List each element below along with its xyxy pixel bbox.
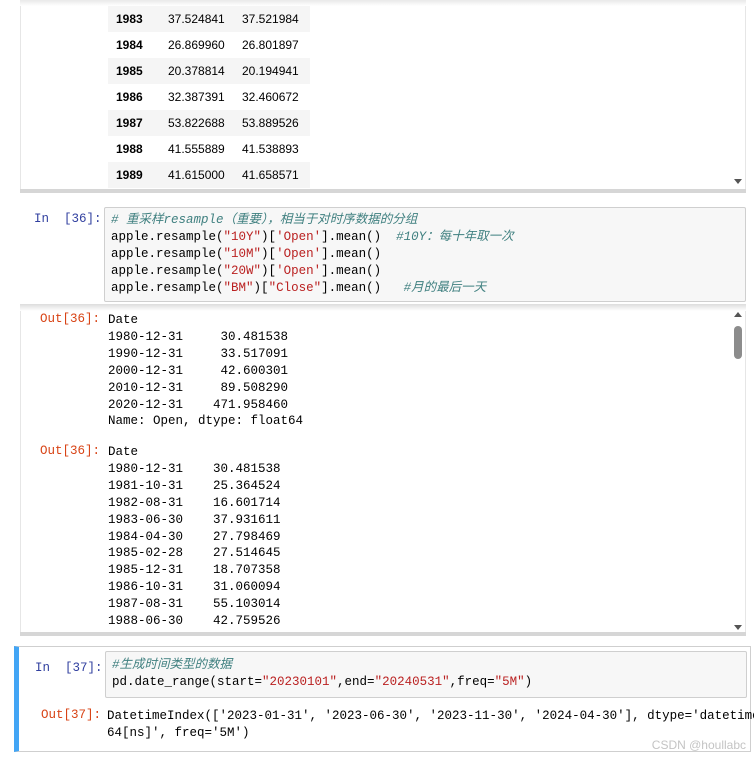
- watermark: CSDN @houllabc: [651, 738, 746, 752]
- code-text: apple.resample(: [111, 230, 224, 244]
- output-text: Date 1980-12-31 30.481538 1981-10-31 25.…: [108, 445, 281, 636]
- table-cell: 41.555889: [168, 142, 225, 156]
- output-scroll-area-36[interactable]: Out[36]: Date 1980-12-31 30.481538 1990-…: [20, 304, 746, 636]
- code-cell-37-selected[interactable]: In [37]: #生成时间类型的数据 pd.date_range(start=…: [14, 646, 754, 752]
- code-line: #生成时间类型的数据: [112, 657, 232, 674]
- code-string: 'Open': [276, 264, 322, 278]
- table-cell: 32.460672: [242, 90, 299, 104]
- output-scroll-area-top[interactable]: 1983 37.524841 37.521984 1984 26.869960 26.80…: [20, 0, 746, 193]
- code-text: pd.date_range(start=: [112, 675, 263, 689]
- code-text: ].mean(): [321, 281, 404, 295]
- table-cell: 20.194941: [236, 58, 310, 84]
- table-cell: 26.801897: [242, 38, 299, 52]
- row-index-cell: 1985: [108, 58, 162, 84]
- code-comment: # 重采样resample（重要），相当于对时序数据的分组: [111, 213, 418, 227]
- table-cell: 41.658571: [236, 162, 310, 188]
- code-text: )[: [253, 281, 269, 295]
- row-index-cell: 1983: [108, 6, 162, 32]
- code-line: # 重采样resample（重要），相当于对时序数据的分组: [111, 212, 417, 229]
- code-text: apple.resample(: [111, 247, 224, 261]
- output-prompt: Out[37]:: [41, 708, 102, 722]
- table-row: 1985 20.378814 20.194941: [108, 58, 310, 84]
- table-row: 1987 53.822688 53.889526: [108, 110, 310, 136]
- horizontal-scrollbar[interactable]: [20, 632, 746, 636]
- scroll-up-arrow-icon[interactable]: [734, 312, 742, 317]
- scrollbar-thumb[interactable]: [734, 326, 742, 359]
- table-row: 1989 41.615000 41.658571: [108, 162, 310, 188]
- code-string: 'Open': [276, 230, 322, 244]
- input-prompt: In [36]:: [34, 212, 102, 226]
- output-prompt: Out[36]:: [40, 312, 101, 326]
- table-cell: 41.615000: [162, 162, 236, 188]
- table-cell: 37.521984: [236, 6, 310, 32]
- table-cell: 41.538893: [242, 142, 299, 156]
- output-prompt: Out[36]:: [40, 444, 101, 458]
- row-index-cell: 1989: [108, 162, 162, 188]
- code-line: apple.resample("10M")['Open'].mean(): [111, 246, 381, 263]
- scroll-down-arrow-icon[interactable]: [734, 625, 742, 630]
- code-comment: #10Y：每十年取一次: [396, 230, 514, 244]
- row-index-cell: 1984: [116, 38, 143, 52]
- output-text: DatetimeIndex(['2023-01-31', '2023-06-30…: [107, 709, 754, 740]
- code-string: "20240531": [374, 675, 450, 689]
- code-text: ].mean(): [321, 247, 382, 261]
- code-line: apple.resample("20W")['Open'].mean(): [111, 263, 381, 280]
- output-text: Date 1980-12-31 30.481538 1990-12-31 33.…: [108, 313, 304, 429]
- code-text: apple.resample(: [111, 264, 224, 278]
- code-input-cell-36[interactable]: # 重采样resample（重要），相当于对时序数据的分组 apple.resa…: [104, 207, 746, 302]
- scroll-shadow: [20, 304, 746, 311]
- dataframe-table: 1983 37.524841 37.521984 1984 26.869960 26.80…: [108, 6, 310, 188]
- code-text: ,freq=: [449, 675, 495, 689]
- scroll-down-arrow-icon[interactable]: [734, 179, 742, 184]
- code-line: apple.resample("BM")["Close"].mean() #月的…: [111, 280, 486, 297]
- table-row: 1988 41.555889 41.538893: [108, 136, 310, 162]
- code-text: )[: [261, 247, 277, 261]
- code-text: )[: [261, 230, 277, 244]
- table-cell: 53.889526: [236, 110, 310, 136]
- code-string: "10Y": [223, 230, 262, 244]
- code-string: "20W": [223, 264, 262, 278]
- code-string: 'Open': [276, 247, 322, 261]
- code-string: "10M": [223, 247, 262, 261]
- code-text: apple.resample(: [111, 281, 224, 295]
- code-text: ].mean(): [321, 264, 382, 278]
- code-input-cell-37[interactable]: #生成时间类型的数据 pd.date_range(start="20230101…: [105, 651, 747, 698]
- code-text: ): [524, 675, 533, 689]
- code-text: )[: [261, 264, 277, 278]
- code-line: apple.resample("10Y")['Open'].mean() #10…: [111, 229, 514, 246]
- code-text: ].mean(): [321, 230, 397, 244]
- code-string: "20230101": [262, 675, 338, 689]
- row-index-cell: 1988: [116, 142, 143, 156]
- code-line: pd.date_range(start="20230101",end="2024…: [112, 674, 532, 691]
- row-index-cell: 1986: [116, 90, 143, 104]
- table-row: 1983 37.524841 37.521984: [108, 6, 310, 32]
- code-text: ,end=: [337, 675, 375, 689]
- table-cell: 32.387391: [168, 90, 225, 104]
- row-index-cell: 1987: [108, 110, 162, 136]
- table-row: 1984 26.869960 26.801897: [108, 32, 310, 58]
- horizontal-scrollbar[interactable]: [20, 189, 746, 193]
- table-cell: 53.822688: [162, 110, 236, 136]
- code-comment: #月的最后一天: [403, 281, 487, 295]
- code-string: "5M": [494, 675, 525, 689]
- code-comment: #生成时间类型的数据: [112, 658, 233, 672]
- code-string: "Close": [268, 281, 322, 295]
- table-cell: 26.869960: [168, 38, 225, 52]
- code-string: "BM": [223, 281, 254, 295]
- table-cell: 37.524841: [162, 6, 236, 32]
- input-prompt: In [37]:: [35, 661, 103, 675]
- table-row: 1986 32.387391 32.460672: [108, 84, 310, 110]
- table-cell: 20.378814: [162, 58, 236, 84]
